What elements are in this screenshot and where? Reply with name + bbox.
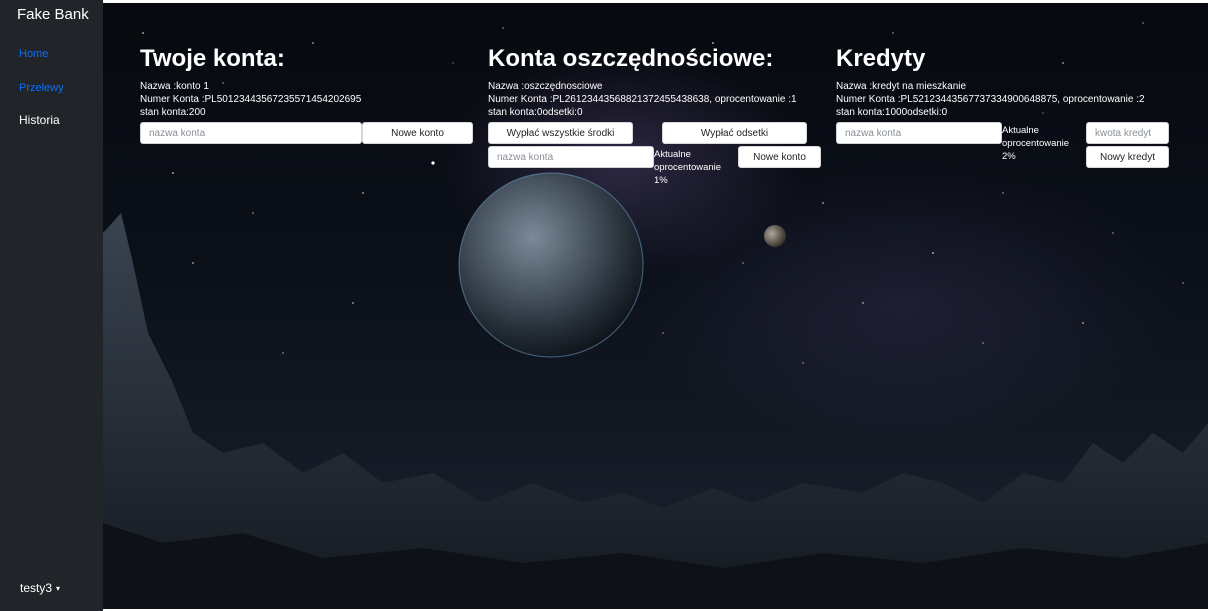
new-account-button[interactable]: Nowe konto [362, 122, 473, 144]
credit-number: Numer Konta :PL5212344356773733490064887… [836, 94, 1145, 105]
user-name: testy3 [20, 581, 53, 595]
savings-rate-value: 1% [654, 175, 668, 186]
credit-balance: stan konta:1000odsetki:0 [836, 107, 948, 118]
savings-name-input[interactable] [488, 146, 654, 168]
nav-historia[interactable]: Historia [19, 113, 60, 127]
savings-balance: stan konta:0odsetki:0 [488, 107, 583, 118]
new-credit-button[interactable]: Nowy kredyt [1086, 146, 1169, 168]
credit-rate-label-1: Aktualne [1002, 125, 1039, 136]
savings-rate-label-2: oprocentowanie [654, 162, 722, 173]
withdraw-interest-button[interactable]: Wypłać odsetki [662, 122, 807, 144]
account-name: Nazwa :konto 1 [140, 81, 209, 92]
credit-details: Nazwa :kredyt na mieszkanie Numer Konta … [836, 80, 1145, 119]
account-details: Nazwa :konto 1 Numer Konta :PL5012344356… [140, 80, 361, 119]
credits-title: Kredyty [836, 45, 926, 72]
caret-down-icon: ▾ [56, 584, 61, 594]
sidebar: Fake Bank Home Przelewy Historia testy3 ▾ [0, 0, 103, 611]
credit-rate: Aktualne oprocentowanie 2% [1002, 124, 1069, 163]
savings-rate: Aktualne oprocentowanie 1% [654, 148, 721, 187]
savings-number: Numer Konta :PL2612344356882137245543863… [488, 94, 797, 105]
savings-name: Nazwa :oszczędnosciowe [488, 81, 603, 92]
nav-home[interactable]: Home [19, 48, 48, 60]
credit-name-input[interactable] [836, 122, 1002, 144]
brand-title: Fake Bank [17, 6, 89, 23]
savings-details: Nazwa :oszczędnosciowe Numer Konta :PL26… [488, 80, 797, 119]
credit-amount-input[interactable] [1086, 122, 1169, 144]
nav-przelewy[interactable]: Przelewy [19, 82, 64, 94]
credit-rate-value: 2% [1002, 151, 1016, 162]
account-name-input[interactable] [140, 122, 362, 144]
credit-rate-label-2: oprocentowanie [1002, 138, 1070, 149]
account-balance: stan konta:200 [140, 107, 206, 118]
withdraw-all-button[interactable]: Wypłać wszystkie środki [488, 122, 633, 144]
savings-title: Konta oszczędnościowe: [488, 45, 774, 72]
user-menu[interactable]: testy3 ▾ [20, 581, 60, 595]
accounts-title: Twoje konta: [140, 45, 285, 72]
credit-name: Nazwa :kredyt na mieszkanie [836, 81, 967, 92]
account-number: Numer Konta :PL5012344356723557145420269… [140, 94, 362, 105]
main-content: Twoje konta: Nazwa :konto 1 Numer Konta … [103, 3, 1208, 609]
new-savings-button[interactable]: Nowe konto [738, 146, 821, 168]
savings-rate-label-1: Aktualne [654, 149, 691, 160]
